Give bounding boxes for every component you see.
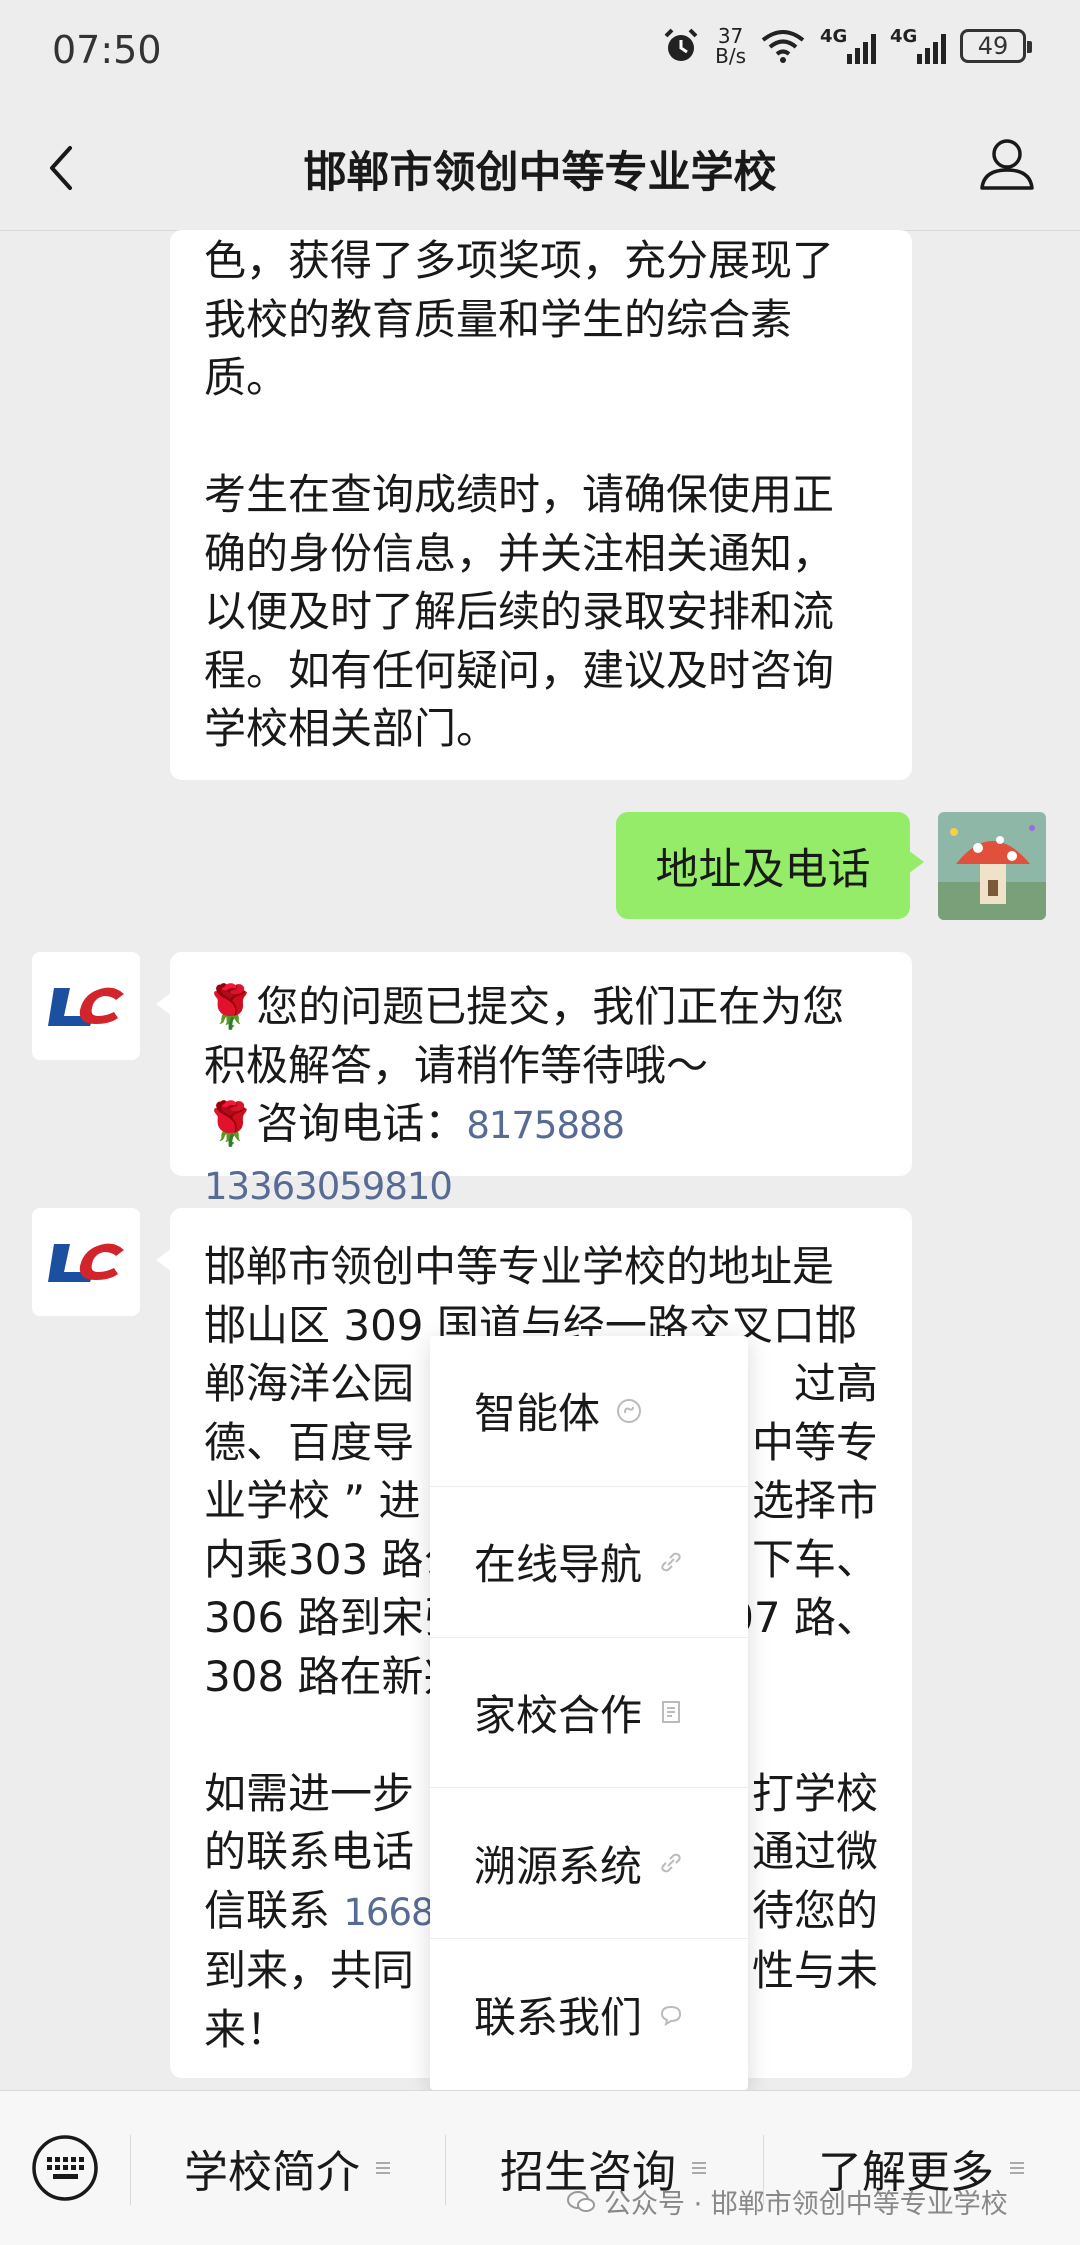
status-time: 07:50 — [52, 28, 162, 72]
message-bubble[interactable]: 🌹您的问题已提交，我们正在为您 积极解答，请稍作等待哦～ 🌹咨询电话：81758… — [156, 952, 912, 1208]
message-line: 🌹咨询电话：8175888 13363059810 — [204, 1095, 878, 1216]
page-title: 邯郸市领创中等专业学校 — [303, 148, 777, 198]
message-text: 信联系 — [204, 1885, 331, 1935]
signal-icon: 4G — [820, 26, 876, 66]
message-text: 业学校 ” 进 — [204, 1476, 421, 1525]
submenu-item-label: 智能体 — [474, 1389, 601, 1439]
rose-icon: 🌹 — [204, 982, 257, 1031]
menu-lines-icon — [1010, 2162, 1024, 2174]
person-icon[interactable] — [976, 134, 1038, 196]
link-icon — [661, 1853, 681, 1873]
menu-lines-icon — [376, 2162, 390, 2174]
signal-icon: 4G — [890, 26, 946, 66]
net-speed-unit: B/s — [715, 44, 746, 68]
message-line: 邯郸市领创中等专业学校的地址是 — [204, 1242, 835, 1291]
message-text: 待您的 — [751, 1885, 878, 1935]
link-icon — [661, 1552, 681, 1572]
message-text: 过高 — [793, 1359, 878, 1408]
article-icon — [662, 1701, 681, 1724]
school-logo-icon — [48, 1243, 124, 1282]
message-text: 306 路到宋张 — [204, 1593, 466, 1642]
message-line: 我校的教育质量和学生的综合素 — [204, 294, 793, 344]
signal-label: 4G — [820, 26, 848, 47]
mini-program-icon — [617, 1398, 642, 1423]
submenu-item-navigation[interactable]: 在线导航 — [430, 1487, 748, 1638]
message-text: 您的问题已提交，我们正在为您 — [256, 982, 845, 1031]
official-account-avatar[interactable] — [32, 1208, 140, 1316]
submenu-item-label: 溯源系统 — [474, 1841, 643, 1891]
school-logo-icon — [48, 987, 124, 1026]
menu-label: 学校简介 — [184, 2147, 360, 2198]
message-text: 咨询电话： — [256, 1099, 467, 1148]
submenu-item-agent[interactable]: 智能体 — [430, 1336, 748, 1487]
message-text: 到来，共同 — [204, 1946, 415, 1995]
submenu-item-label: 联系我们 — [474, 1993, 643, 2043]
message-text: 中等专 — [751, 1417, 878, 1467]
menu-school-intro[interactable]: 学校简介 — [132, 2091, 444, 2245]
message-text: 下车、 — [751, 1534, 878, 1584]
submenu-item-home-school[interactable]: 家校合作 — [430, 1638, 748, 1789]
message-line: 考生在查询成绩时，请确保使用正 — [204, 470, 835, 519]
status-bar: 07:50 37 B/s 4G 4G 49 — [0, 0, 1080, 104]
submenu-item-label: 家校合作 — [474, 1690, 643, 1740]
watermark-text: 公众号 · 邯郸市领创中等专业学校 — [604, 2189, 1008, 2220]
battery-icon: 49 — [960, 29, 1032, 63]
message-line: 确的身份信息，并关注相关通知， — [204, 528, 835, 578]
menu-lines-icon — [692, 2162, 706, 2174]
user-message-bubble[interactable]: 地址及电话 — [616, 812, 924, 919]
message-line: 程。如有任何疑问，建议及时咨询 — [204, 645, 835, 695]
message-text: 性与未 — [751, 1946, 878, 1995]
watermark: 公众号 · 邯郸市领创中等专业学校 — [566, 2182, 1008, 2221]
net-speed: 37 B/s — [715, 26, 746, 66]
message-text: 选择市 — [751, 1476, 878, 1525]
submenu-item-traceability[interactable]: 溯源系统 — [430, 1788, 748, 1940]
message-line: 质。 — [204, 353, 289, 402]
message-line: 色，获得了多项奖项，充分展现了 — [204, 236, 835, 285]
menu-admission[interactable]: 招生咨询 — [446, 2091, 762, 2245]
menu-learn-more[interactable]: 了解更多 — [764, 2091, 1080, 2245]
submenu-item-label: 在线导航 — [474, 1540, 643, 1590]
message-text: 通过微 — [751, 1827, 878, 1876]
message-text: 郸海洋公园 — [204, 1359, 415, 1408]
alarm-icon — [664, 28, 698, 61]
bottom-menu-bar: 学校简介 招生咨询 了解更多 — [0, 2090, 1080, 2245]
message-text: 内乘303 路公 — [204, 1534, 466, 1584]
net-speed-value: 37 — [717, 24, 744, 48]
submenu-popup: 智能体 在线导航 家校合作 溯源系统 联系我们 — [430, 1336, 748, 2090]
chat-header: 邯郸市领创中等专业学校 — [0, 104, 1080, 231]
chat-icon — [661, 2005, 682, 2026]
message-line: 以便及时了解后续的录取安排和流 — [204, 587, 835, 636]
message-text: 如需进一步 — [204, 1768, 415, 1818]
message-line: 🌹您的问题已提交，我们正在为您 — [204, 978, 878, 1037]
official-account-avatar[interactable] — [32, 952, 140, 1060]
rose-icon: 🌹 — [204, 1099, 257, 1148]
signal-label: 4G — [890, 26, 918, 47]
message-line: 积极解答，请稍作等待哦～ — [204, 1040, 709, 1090]
user-avatar[interactable] — [938, 812, 1046, 920]
wifi-icon — [761, 30, 805, 63]
message-text: 打学校 — [751, 1768, 878, 1818]
message-text: 德、百度导 — [204, 1417, 415, 1467]
submenu-item-contact[interactable]: 联系我们 — [430, 1939, 748, 2090]
message-bubble[interactable]: 色，获得了多项奖项，充分展现了 我校的教育质量和学生的综合素 质。 考生在查询成… — [170, 230, 912, 780]
message-text: 的联系电话 — [204, 1827, 415, 1876]
wechat-official-icon — [567, 2190, 595, 2212]
message-line: 学校相关部门。 — [204, 704, 499, 753]
keyboard-icon[interactable] — [30, 2133, 100, 2203]
status-icons: 37 B/s 4G 4G 49 — [661, 26, 1032, 66]
